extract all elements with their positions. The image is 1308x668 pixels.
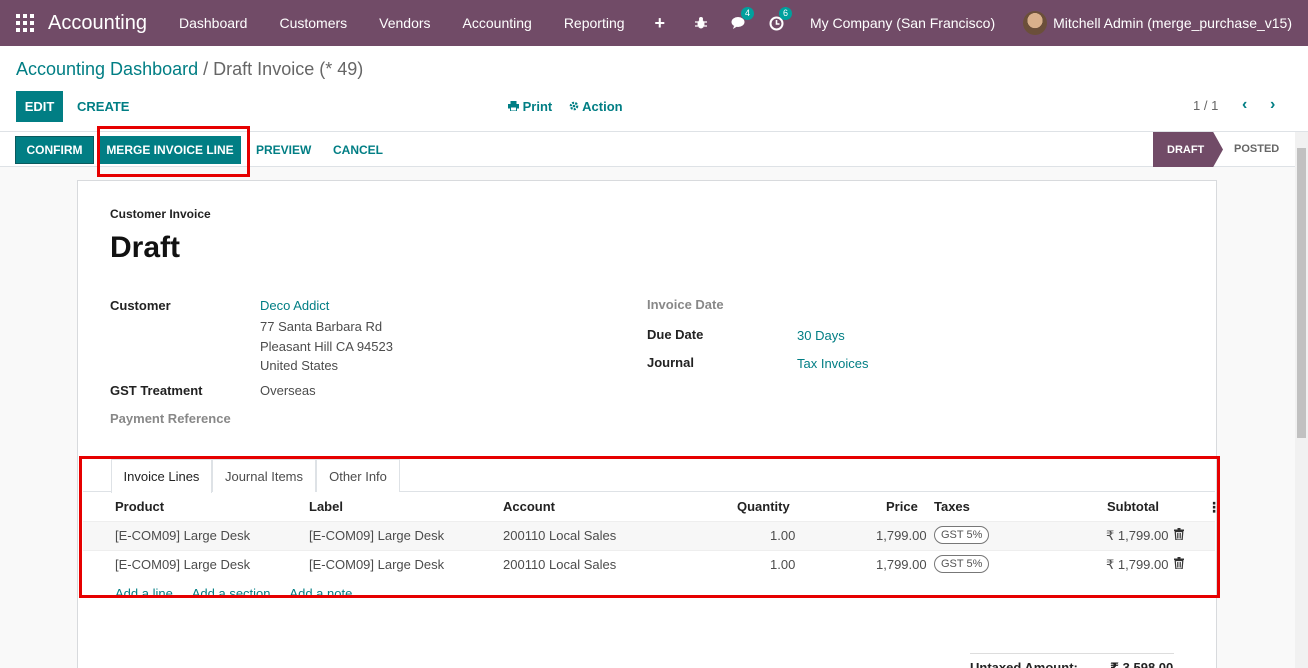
untaxed-amount-label: Untaxed Amount: bbox=[970, 660, 1078, 668]
breadcrumb-parent-link[interactable]: Accounting Dashboard bbox=[16, 59, 198, 79]
form-statusbar: CONFIRM MERGE INVOICE LINE PREVIEW CANCE… bbox=[0, 126, 1295, 177]
messages-badge: 4 bbox=[740, 7, 754, 20]
stage-posted: POSTED bbox=[1234, 143, 1280, 155]
company-switcher[interactable]: My Company (San Francisco) bbox=[810, 15, 995, 31]
print-icon bbox=[508, 101, 519, 112]
menu-dashboard[interactable]: Dashboard bbox=[163, 15, 264, 31]
merge-button-highlight-box bbox=[97, 126, 250, 177]
invoice-date-label: Invoice Date bbox=[647, 297, 724, 312]
journal-label: Journal bbox=[647, 355, 694, 370]
menu-customers[interactable]: Customers bbox=[263, 15, 363, 31]
document-title: Draft bbox=[110, 231, 181, 264]
preview-button[interactable]: PREVIEW bbox=[256, 143, 311, 157]
activities-badge: 6 bbox=[778, 7, 792, 20]
pager-previous-icon[interactable]: ‹ bbox=[1242, 96, 1247, 114]
action-button[interactable]: Action bbox=[569, 99, 623, 114]
pager-next-icon[interactable]: › bbox=[1270, 96, 1275, 114]
menu-accounting[interactable]: Accounting bbox=[447, 15, 548, 31]
gst-treatment-value[interactable]: Overseas bbox=[260, 383, 316, 398]
control-panel: Accounting Dashboard / Draft Invoice (* … bbox=[0, 46, 1308, 132]
due-date-label: Due Date bbox=[647, 327, 704, 342]
breadcrumb: Accounting Dashboard / Draft Invoice (* … bbox=[16, 59, 363, 80]
app-brand[interactable]: Accounting bbox=[48, 12, 147, 35]
user-avatar[interactable] bbox=[1023, 11, 1048, 35]
cancel-button[interactable]: CANCEL bbox=[333, 143, 383, 157]
activities-clock-icon[interactable]: 6 bbox=[768, 7, 792, 32]
menu-add-plus[interactable]: + bbox=[641, 13, 680, 34]
pager-value[interactable]: 1 / 1 bbox=[1193, 98, 1218, 113]
confirm-button[interactable]: CONFIRM bbox=[15, 136, 94, 164]
top-navbar: Accounting Dashboard Customers Vendors A… bbox=[0, 0, 1308, 46]
breadcrumb-separator: / bbox=[203, 59, 209, 79]
due-date-value[interactable]: 30 Days bbox=[797, 328, 845, 343]
stage-draft: DRAFT bbox=[1153, 132, 1223, 167]
scrollbar-thumb[interactable] bbox=[1297, 148, 1306, 438]
menu-vendors[interactable]: Vendors bbox=[363, 15, 446, 31]
user-menu[interactable]: Mitchell Admin (merge_purchase_v15) bbox=[1053, 15, 1292, 31]
gear-icon bbox=[569, 101, 579, 111]
edit-button[interactable]: EDIT bbox=[16, 91, 63, 122]
action-label: Action bbox=[582, 99, 623, 114]
customer-address-line-1: 77 Santa Barbara Rd bbox=[260, 319, 383, 334]
customer-address-line-2: Pleasant Hill CA 94523 bbox=[260, 339, 393, 354]
page-scrollbar[interactable] bbox=[1295, 132, 1308, 668]
bug-icon[interactable] bbox=[692, 14, 710, 32]
document-type-label: Customer Invoice bbox=[110, 207, 211, 221]
messages-icon[interactable]: 4 bbox=[730, 7, 754, 32]
customer-address-line-3: United States bbox=[260, 358, 339, 373]
gst-treatment-label: GST Treatment bbox=[110, 383, 203, 398]
print-label: Print bbox=[522, 99, 553, 114]
journal-value[interactable]: Tax Invoices bbox=[797, 356, 869, 371]
totals-divider bbox=[970, 653, 1174, 654]
customer-name-link[interactable]: Deco Addict bbox=[260, 298, 329, 313]
untaxed-amount-value: ₹ 3,598.00 bbox=[1110, 660, 1174, 668]
print-button[interactable]: Print bbox=[508, 99, 552, 114]
create-button[interactable]: CREATE bbox=[77, 99, 129, 114]
navbar-systray: 4 6 My Company (San Francisco) Mitchell … bbox=[682, 0, 1308, 46]
invoice-lines-highlight-box bbox=[79, 456, 1220, 598]
menu-reporting[interactable]: Reporting bbox=[548, 15, 641, 31]
customer-label: Customer bbox=[110, 298, 171, 313]
apps-menu-icon[interactable] bbox=[16, 14, 34, 32]
payment-reference-label: Payment Reference bbox=[110, 411, 231, 426]
breadcrumb-current: Draft Invoice (* 49) bbox=[213, 59, 364, 79]
